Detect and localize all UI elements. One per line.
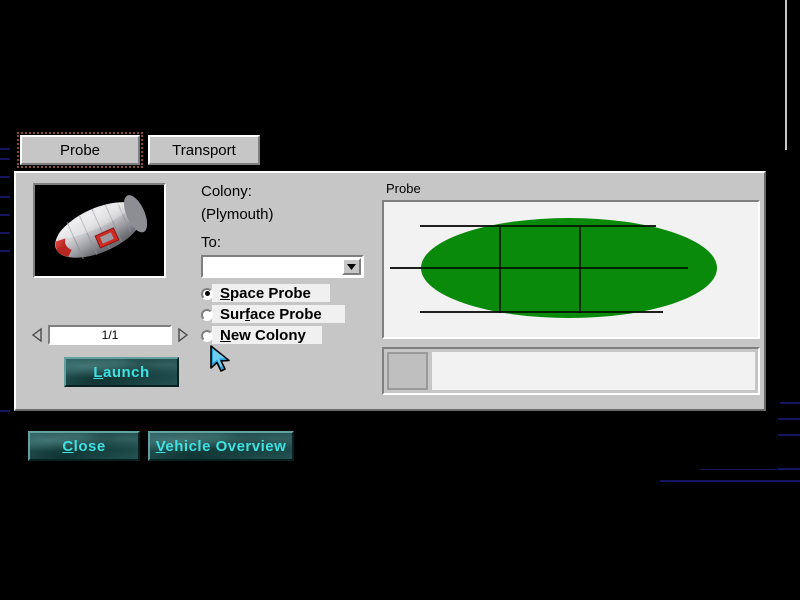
tab-probe[interactable]: Probe	[20, 135, 140, 165]
tab-content-panel: 1/1 Launch Colony: (Plymouth) To:	[14, 171, 766, 411]
triangle-left-icon	[30, 327, 44, 343]
screen-artifact-vertical	[785, 0, 787, 150]
screen-artifact	[0, 148, 10, 150]
probe-detail-strip	[382, 347, 760, 395]
radio-new-colony-indicator[interactable]	[201, 330, 213, 342]
probe-diagram	[384, 202, 758, 337]
pager-prev-button[interactable]	[30, 327, 44, 343]
pager-value[interactable]: 1/1	[48, 325, 172, 345]
close-button-label: Close	[62, 438, 105, 455]
chevron-down-icon	[347, 264, 356, 270]
screen-artifact	[0, 196, 10, 198]
radio-space-probe[interactable]: Space Probe	[201, 283, 311, 304]
screen-artifact	[0, 214, 10, 216]
radio-new-colony[interactable]: New Colony	[201, 325, 306, 346]
screen-artifact	[780, 402, 800, 404]
vehicle-render	[35, 185, 164, 276]
probe-group-box: Probe	[382, 181, 760, 339]
destination-select[interactable]	[201, 255, 364, 278]
probe-group-title: Probe	[386, 181, 421, 196]
launch-button-label: Launch	[93, 364, 149, 381]
radio-surface-probe-indicator[interactable]	[201, 309, 213, 321]
radio-space-probe-label: Space Probe	[220, 285, 311, 302]
radio-surface-probe-label: Surface Probe	[220, 306, 322, 323]
screen-artifact	[0, 232, 10, 234]
radio-new-colony-label: New Colony	[220, 327, 306, 344]
destination-label: To:	[201, 234, 221, 251]
vehicle-thumbnail[interactable]	[33, 183, 166, 278]
colony-label: Colony:	[201, 183, 252, 200]
tab-probe-label: Probe	[60, 142, 100, 159]
probe-detail-field[interactable]	[432, 352, 755, 390]
vehicle-overview-button-label: Vehicle Overview	[156, 438, 287, 455]
destination-select-arrow-button[interactable]	[342, 258, 361, 275]
vehicle-overview-button[interactable]: Vehicle Overview	[148, 431, 294, 461]
screen-artifact	[0, 410, 10, 412]
screen-artifact	[660, 480, 800, 482]
probe-detail-swatch[interactable]	[387, 352, 428, 390]
radio-surface-probe[interactable]: Surface Probe	[201, 304, 322, 325]
close-button[interactable]: Close	[28, 431, 140, 461]
screen-artifact	[0, 176, 10, 178]
probe-type-radio-group: Space Probe Surface Probe New Colony	[201, 283, 322, 346]
radio-space-probe-indicator[interactable]	[201, 288, 213, 300]
tab-transport[interactable]: Transport	[148, 135, 260, 165]
screen: Probe Transport	[0, 0, 800, 600]
tab-transport-label: Transport	[172, 142, 236, 159]
launch-button[interactable]: Launch	[64, 357, 179, 387]
record-pager: 1/1	[30, 325, 190, 347]
screen-artifact	[0, 158, 10, 160]
probe-diagram-canvas[interactable]	[382, 200, 760, 339]
colony-value: (Plymouth)	[201, 206, 274, 223]
probe-dialog: Probe Transport	[10, 131, 778, 469]
triangle-right-icon	[176, 327, 190, 343]
screen-artifact	[0, 250, 10, 252]
pager-next-button[interactable]	[176, 327, 190, 343]
